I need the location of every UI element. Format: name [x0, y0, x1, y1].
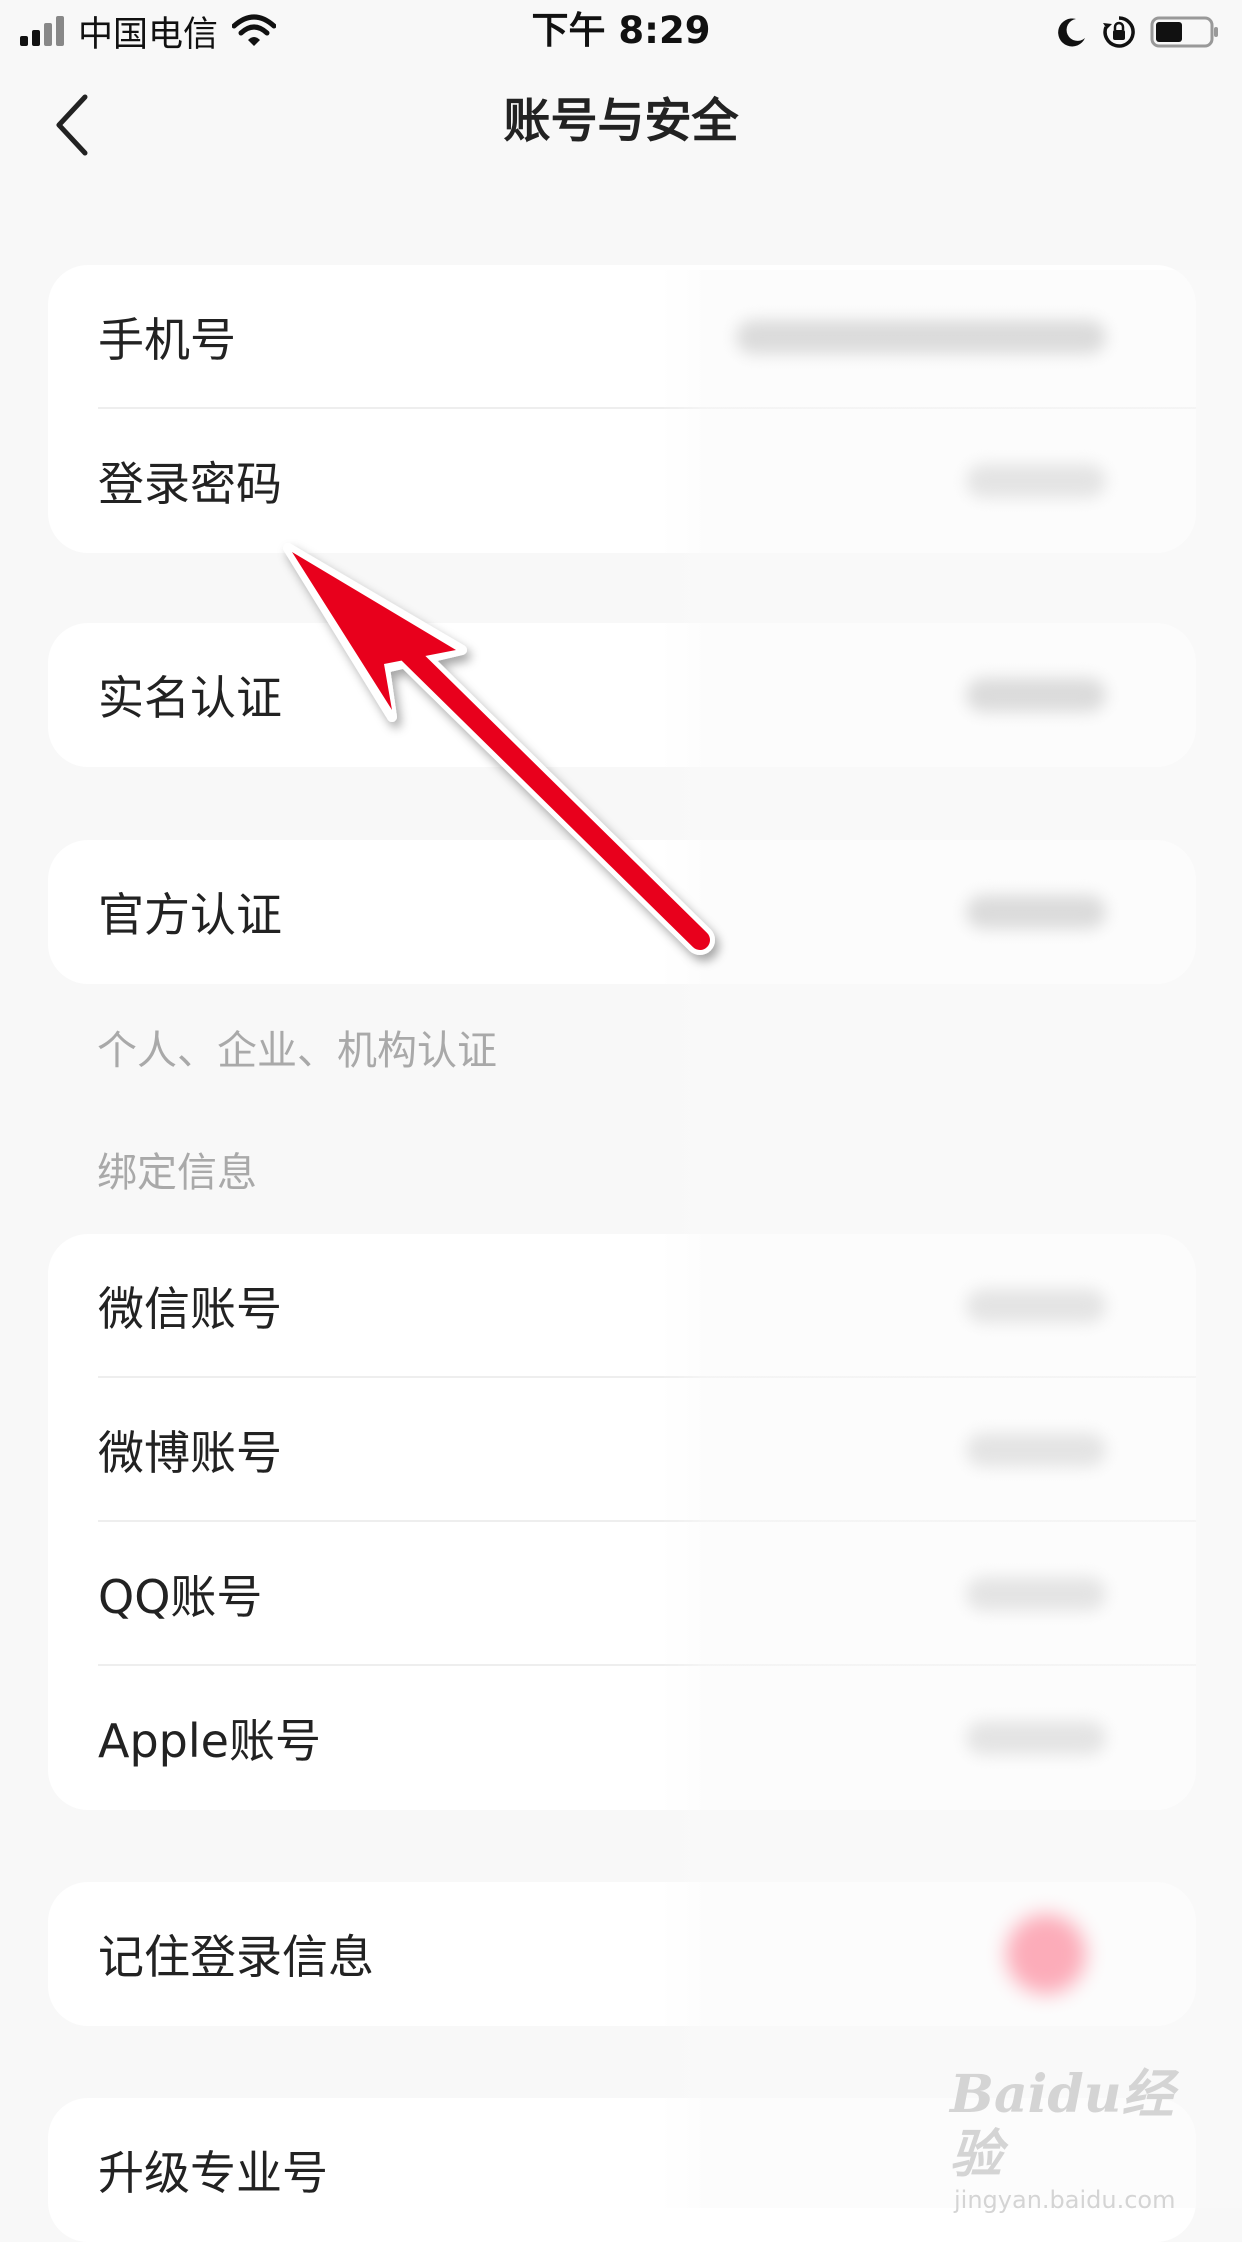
- official-verification-label: 官方认证: [98, 888, 282, 942]
- weibo-account-label: 微博账号: [98, 1426, 282, 1480]
- official-status-blurred: [966, 895, 1106, 929]
- upgrade-pro-account-label: 升级专业号: [98, 2146, 328, 2200]
- rotation-lock-icon: [1103, 16, 1135, 48]
- weibo-account-row[interactable]: 微博账号: [48, 1378, 1196, 1522]
- apple-account-row[interactable]: Apple账号: [48, 1666, 1196, 1810]
- apple-account-label: Apple账号: [98, 1714, 321, 1768]
- wechat-status-blurred: [966, 1289, 1106, 1323]
- watermark-brand: Baidu经验: [950, 2064, 1174, 2185]
- realname-verification-label: 实名认证: [98, 671, 282, 725]
- login-password-label: 登录密码: [98, 457, 282, 511]
- realname-verification-row[interactable]: 实名认证: [48, 623, 1196, 767]
- wechat-account-label: 微信账号: [98, 1282, 282, 1336]
- official-verification-note: 个人、企业、机构认证: [97, 1028, 497, 1074]
- realname-card: 实名认证: [48, 623, 1196, 767]
- status-right: [1056, 10, 1220, 54]
- phone-number-value-blurred: [736, 320, 1106, 354]
- qq-account-row[interactable]: QQ账号: [48, 1522, 1196, 1666]
- phone-number-label: 手机号: [98, 313, 236, 367]
- watermark-url: jingyan.baidu.com: [954, 2186, 1176, 2214]
- remember-login-row: 记住登录信息: [48, 1882, 1196, 2026]
- wechat-account-row[interactable]: 微信账号: [48, 1234, 1196, 1378]
- apple-status-blurred: [966, 1721, 1106, 1755]
- binding-card: 微信账号 微博账号 QQ账号 Apple账号: [48, 1234, 1196, 1810]
- moon-icon: [1058, 18, 1085, 47]
- account-card: 手机号 登录密码: [48, 265, 1196, 553]
- remember-login-card: 记住登录信息: [48, 1882, 1196, 2026]
- page-title: 账号与安全: [503, 94, 739, 149]
- realname-status-blurred: [966, 678, 1106, 712]
- phone-number-row[interactable]: 手机号: [48, 265, 1196, 409]
- qq-account-label: QQ账号: [98, 1570, 263, 1624]
- qq-status-blurred: [966, 1577, 1106, 1611]
- status-bar: 中国电信 下午 8:29: [0, 0, 1242, 62]
- navigation-bar: 账号与安全: [0, 62, 1242, 184]
- login-password-value-blurred: [966, 464, 1106, 498]
- battery-icon: [1150, 16, 1218, 48]
- official-card: 官方认证: [48, 840, 1196, 984]
- official-verification-row[interactable]: 官方认证: [48, 840, 1196, 984]
- remember-login-toggle[interactable]: [1006, 1914, 1086, 1994]
- baidu-watermark: Baidu经验 jingyan.baidu.com: [950, 2064, 1220, 2215]
- remember-login-label: 记住登录信息: [98, 1930, 374, 1984]
- binding-section-title: 绑定信息: [97, 1150, 257, 1196]
- login-password-row[interactable]: 登录密码: [48, 409, 1196, 553]
- weibo-status-blurred: [966, 1433, 1106, 1467]
